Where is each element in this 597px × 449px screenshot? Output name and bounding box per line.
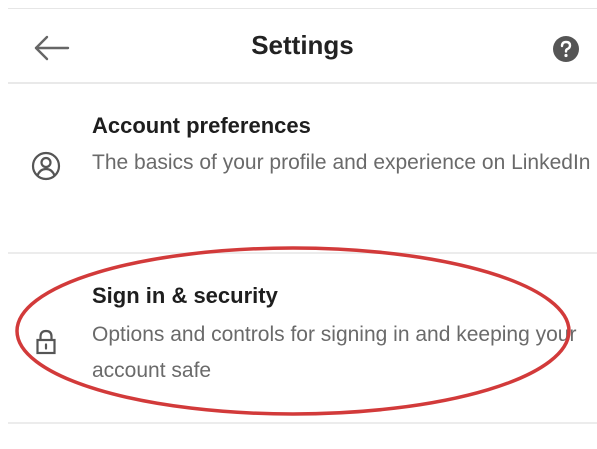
account-preferences-item[interactable]: Account preferences The basics of your p… bbox=[8, 92, 597, 254]
lock-icon bbox=[30, 326, 62, 358]
sign-in-security-description: Options and controls for signing in and … bbox=[92, 323, 577, 382]
question-circle-icon bbox=[553, 36, 579, 62]
sign-in-security-item[interactable]: Sign in & security Options and controls … bbox=[8, 254, 597, 424]
user-circle-icon bbox=[30, 150, 62, 182]
sign-in-security-title: Sign in & security bbox=[92, 283, 278, 308]
top-divider bbox=[8, 8, 597, 9]
account-preferences-description: The basics of your profile and experienc… bbox=[92, 151, 591, 174]
settings-screen: Settings Account preferences The basics … bbox=[8, 0, 597, 449]
help-button[interactable] bbox=[552, 35, 580, 63]
page-title: Settings bbox=[251, 30, 354, 60]
account-preferences-title: Account preferences bbox=[92, 113, 311, 138]
settings-header: Settings bbox=[8, 14, 597, 84]
